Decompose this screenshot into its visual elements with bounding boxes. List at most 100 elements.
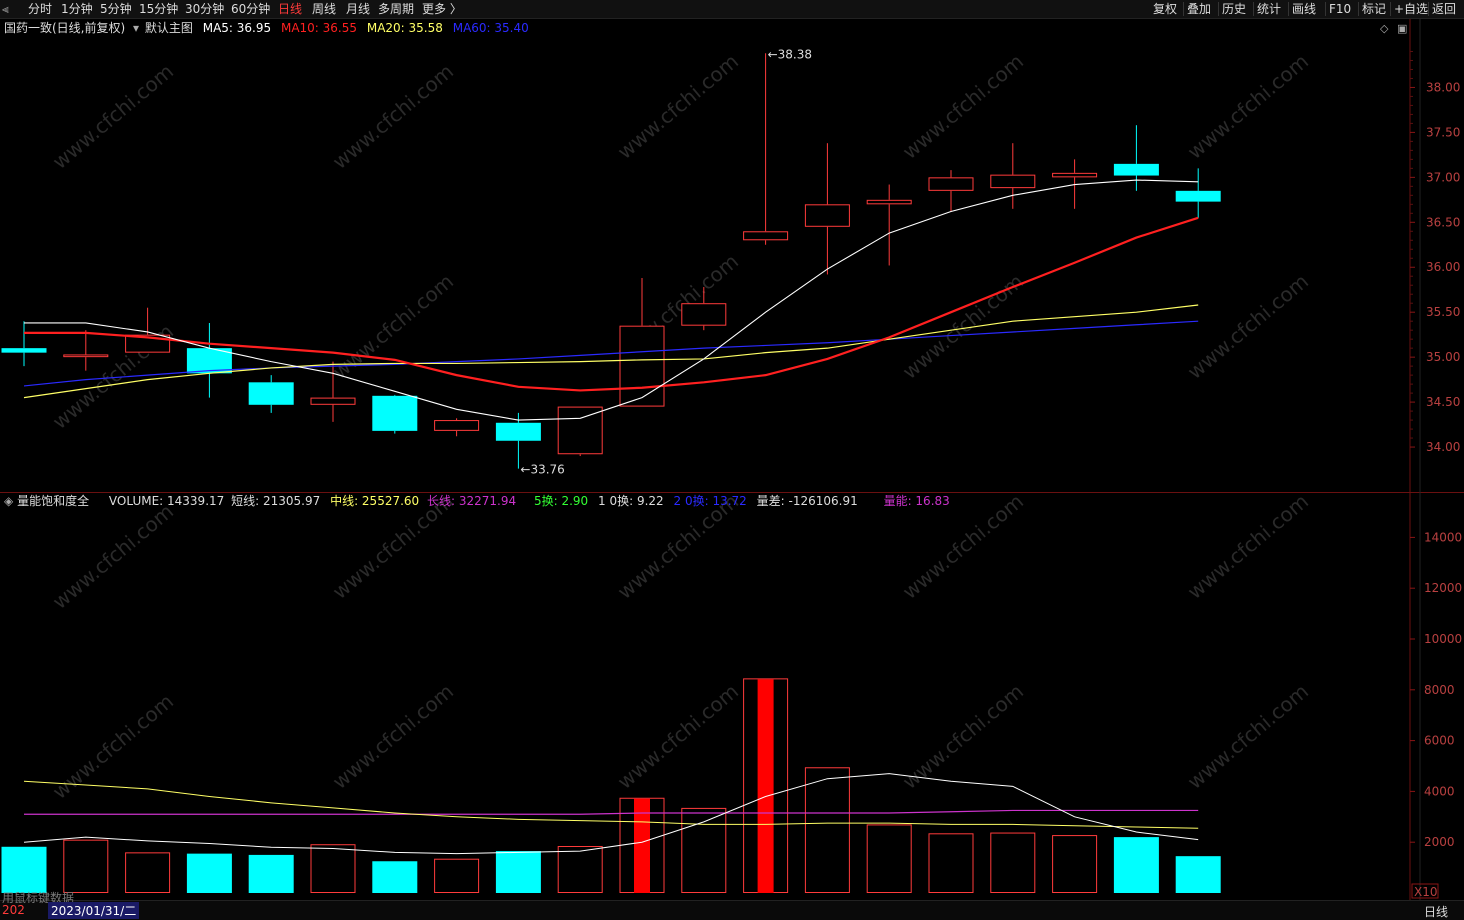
- watermark-text: www.cfchi.com: [1183, 679, 1313, 794]
- toolbar-item-0[interactable]: 复权: [1153, 1, 1177, 17]
- volume-bar-down: [495, 851, 541, 893]
- ma20-label: MA20: 35.58: [366, 21, 443, 35]
- toolbar-item-8[interactable]: 返回: [1432, 1, 1456, 17]
- volume-bar-up: [804, 767, 850, 894]
- candle-body-up: [928, 177, 974, 191]
- mid-volume-line: [23, 780, 1199, 829]
- turn10-value: 1 0换: 9.22: [598, 494, 664, 508]
- period-tab-10[interactable]: 更多 〉: [422, 1, 462, 17]
- chart-canvas[interactable]: www.cfchi.com www.cfchi.com www.cfchi.com w…: [0, 0, 1464, 919]
- watermark-text: www.cfchi.com: [613, 679, 743, 794]
- indicator-title[interactable]: 量能饱和度全: [17, 494, 89, 508]
- watermark-text: www.cfchi.com: [328, 59, 458, 174]
- toolbar-separator: [1218, 2, 1219, 16]
- price-tick-label: 36.50: [1426, 215, 1460, 229]
- main-template-label[interactable]: 默认主图: [145, 21, 193, 35]
- toolbar-item-3[interactable]: 统计: [1257, 1, 1281, 17]
- candle-body-down: [1175, 190, 1221, 202]
- mid-line-value: 中线: 25527.60: [330, 494, 420, 508]
- volume-bar-down: [372, 861, 418, 893]
- double-chevron-left-icon[interactable]: ⫷: [2, 1, 9, 17]
- price-tick-label: 36.00: [1426, 260, 1460, 274]
- volume-tick-label: 2000: [1424, 835, 1455, 849]
- watermark-text: www.cfchi.com: [898, 49, 1028, 164]
- volume-bar-up: [63, 839, 109, 893]
- candle-body-down: [1113, 163, 1159, 176]
- period-tab-0[interactable]: 分时: [28, 1, 52, 17]
- volume-tick-label: 10000: [1424, 632, 1462, 646]
- period-tab-5[interactable]: 60分钟: [231, 1, 270, 17]
- settings-icon[interactable]: ◈: [4, 494, 13, 508]
- period-tab-4[interactable]: 30分钟: [185, 1, 224, 17]
- price-tick-label: 37.00: [1426, 170, 1460, 184]
- stock-title: 国药一致(日线,前复权): [4, 21, 126, 35]
- unit-label: X10: [1414, 885, 1438, 899]
- toolbar-item-6[interactable]: 标记: [1362, 1, 1386, 17]
- toolbar-item-5[interactable]: F10: [1329, 1, 1351, 17]
- candle-body-up: [63, 354, 109, 358]
- candle-body-up: [619, 325, 665, 407]
- volume-bar-up: [557, 846, 603, 894]
- period-label[interactable]: 日线: [1424, 903, 1448, 920]
- toolbar-separator: [1253, 2, 1254, 16]
- toolbar-separator: [1428, 2, 1429, 16]
- toolbar-separator: [1325, 2, 1326, 16]
- volume-bar-down: [1113, 837, 1159, 893]
- period-tab-8[interactable]: 月线: [346, 1, 370, 17]
- volume-bar-up: [990, 832, 1036, 893]
- ma10-label: MA10: 36.55: [280, 21, 358, 35]
- volume-diff-value: 量差: -126106.91: [756, 494, 858, 508]
- watermark-text: www.cfchi.com: [48, 59, 178, 174]
- toolbar-item-7[interactable]: +自选: [1394, 1, 1428, 17]
- volume-tick-label: 6000: [1424, 734, 1455, 748]
- toolbar-item-4[interactable]: 画线: [1292, 1, 1316, 17]
- watermark-text: www.cfchi.com: [328, 269, 458, 384]
- volume-tick-label: 14000: [1424, 530, 1462, 544]
- diamond-icon[interactable]: ◇: [1380, 22, 1388, 35]
- date-cursor-label: 2023/01/31/二: [48, 902, 140, 919]
- volume-bar-up: [866, 824, 912, 893]
- toolbar-item-2[interactable]: 历史: [1222, 1, 1246, 17]
- short-line-value: 短线: 21305.97: [231, 494, 321, 508]
- status-bar: 用鼠标键数据 202 2023/01/31/二 日线: [0, 891, 1464, 920]
- volume-bar-up: [681, 807, 727, 893]
- volume-bar-up: [1052, 835, 1098, 894]
- volume-emphasis-bar: [757, 679, 774, 893]
- ma60-label: MA60: 35.40: [452, 21, 529, 35]
- ma5-line: [24, 179, 1199, 421]
- dropdown-icon[interactable]: ▾: [133, 21, 139, 35]
- price-tick-label: 35.00: [1426, 350, 1460, 364]
- toolbar-separator: [1358, 2, 1359, 16]
- candle-body-up: [804, 204, 850, 227]
- volume-tick-label: 8000: [1424, 683, 1455, 697]
- period-tab-2[interactable]: 5分钟: [100, 1, 132, 17]
- period-tab-3[interactable]: 15分钟: [139, 1, 178, 17]
- period-tab-6[interactable]: 日线: [278, 1, 302, 17]
- volume-value: VOLUME: 14339.17: [108, 494, 225, 508]
- ma5-label: MA5: 36.95: [202, 21, 272, 35]
- turn5-value: 5换: 2.90: [533, 494, 589, 508]
- price-tick-label: 37.50: [1426, 125, 1460, 139]
- main-legend: 国药一致(日线,前复权) ▾ 默认主图 MA5: 36.95 MA10: 36.…: [4, 21, 529, 35]
- volume-bar-down: [1175, 856, 1221, 893]
- candle-body-down: [495, 422, 541, 441]
- candle-body-down: [1, 348, 47, 353]
- candle-body-down: [248, 382, 294, 405]
- candle-body-up: [1052, 172, 1098, 178]
- candle-body-up: [557, 406, 603, 455]
- watermark-text: www.cfchi.com: [1183, 269, 1313, 384]
- toolbar-separator: [1183, 2, 1184, 16]
- period-tab-7[interactable]: 周线: [312, 1, 336, 17]
- period-tab-9[interactable]: 多周期: [378, 1, 414, 17]
- long-line-value: 长线: 32271.94: [427, 494, 517, 508]
- volume-bar-up: [928, 833, 974, 893]
- candle-body-up: [743, 231, 789, 241]
- candle-body-up: [990, 174, 1036, 189]
- period-tab-1[interactable]: 1分钟: [61, 1, 93, 17]
- toolbar-item-1[interactable]: 叠加: [1187, 1, 1211, 17]
- min-price-marker: ←33.76: [520, 463, 564, 477]
- window-toggle-icon[interactable]: ▣: [1397, 22, 1407, 35]
- volume-bar-up: [125, 852, 171, 893]
- toolbar-separator: [1390, 2, 1391, 16]
- candle-body-up: [866, 199, 912, 205]
